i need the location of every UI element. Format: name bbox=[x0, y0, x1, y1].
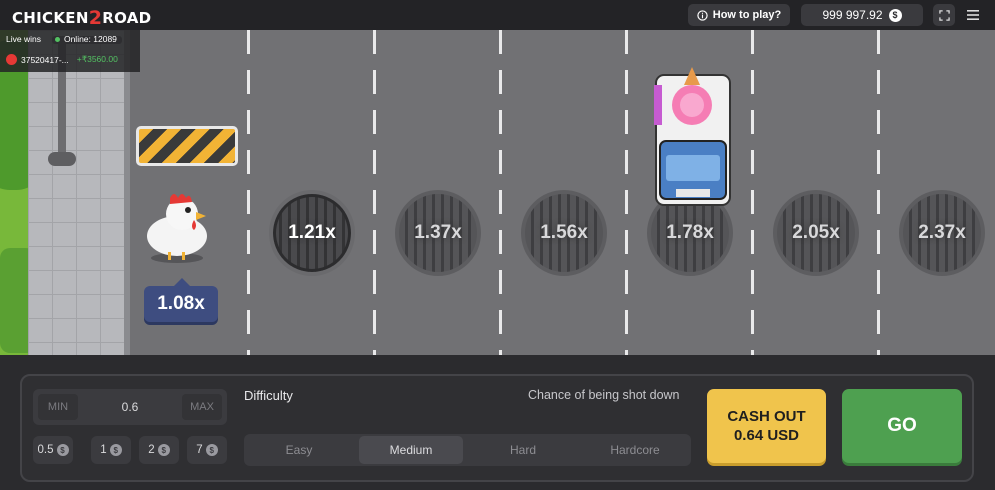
balance-value: 999 997.92 bbox=[822, 8, 883, 22]
hamburger-menu-icon bbox=[967, 10, 979, 20]
quick-bet-button[interactable]: 7 $ bbox=[187, 436, 227, 464]
lane-multiplier: 2.37x bbox=[918, 222, 966, 243]
quick-bet-button[interactable]: 1 $ bbox=[91, 436, 131, 464]
dollar-coin-icon: $ bbox=[56, 444, 69, 456]
chicken-icon bbox=[147, 194, 207, 263]
dollar-coin-icon: $ bbox=[157, 444, 170, 456]
lane-manhole[interactable]: 1.21x bbox=[269, 190, 355, 276]
logo-text-b: ROAD bbox=[102, 9, 152, 27]
lane-divider bbox=[499, 30, 502, 355]
balance-display: 999 997.92 $ bbox=[801, 4, 923, 26]
bet-value[interactable]: 0.6 bbox=[93, 389, 167, 425]
lane-divider bbox=[877, 30, 880, 355]
cash-out-label: CASH OUT bbox=[727, 408, 806, 425]
difficulty-title: Difficulty bbox=[244, 388, 293, 403]
lane-divider bbox=[373, 30, 376, 355]
logo-text-a: CHICKEN bbox=[12, 9, 89, 27]
lane-manhole[interactable]: 2.37x bbox=[899, 190, 985, 276]
fullscreen-icon bbox=[938, 9, 950, 21]
lane-multiplier: 2.05x bbox=[792, 222, 840, 243]
online-dot-icon bbox=[54, 37, 60, 42]
ice-cream-truck-icon bbox=[654, 67, 731, 206]
curb bbox=[124, 30, 130, 355]
difficulty-medium[interactable]: Medium bbox=[359, 436, 463, 464]
road-barrier bbox=[136, 126, 238, 166]
menu-button[interactable] bbox=[962, 4, 984, 26]
live-wins-panel: Live wins Online: 12089 37520417-... +₹3… bbox=[0, 30, 140, 72]
dollar-coin-icon: $ bbox=[888, 8, 902, 22]
difficulty-easy[interactable]: Easy bbox=[247, 436, 351, 464]
lane-divider bbox=[247, 30, 250, 355]
sidewalk bbox=[28, 30, 124, 355]
cash-out-button[interactable]: CASH OUT 0.64 USD bbox=[707, 389, 826, 463]
user-avatar-icon bbox=[6, 54, 17, 65]
chicken-multiplier-label: 1.08x bbox=[144, 278, 218, 322]
difficulty-hardcore[interactable]: Hardcore bbox=[583, 436, 687, 464]
dollar-coin-icon: $ bbox=[109, 444, 122, 456]
lane-divider bbox=[625, 30, 628, 355]
how-to-play-label: How to play? bbox=[712, 9, 782, 21]
quick-bet-button[interactable]: 0.5 $ bbox=[33, 436, 73, 464]
street-lamp-base bbox=[48, 152, 76, 166]
game-scene: 1.08x 1.21x 1.37x 1.56x 1.78x 2.05x 2.37… bbox=[0, 30, 995, 355]
info-icon bbox=[697, 9, 708, 21]
top-bar: CHICKEN2ROAD How to play? 999 997.92 $ bbox=[0, 0, 995, 30]
logo-text-two: 2 bbox=[88, 7, 103, 29]
online-count: Online: 12089 bbox=[54, 34, 117, 44]
lane-multiplier: 1.78x bbox=[666, 222, 714, 243]
min-bet-button[interactable]: MIN bbox=[38, 394, 78, 420]
lane-manhole[interactable]: 1.37x bbox=[395, 190, 481, 276]
lane-multiplier: 1.21x bbox=[288, 222, 336, 243]
cash-out-amount: 0.64 USD bbox=[733, 427, 800, 444]
dollar-coin-icon: $ bbox=[205, 444, 218, 456]
difficulty-selector: Easy Medium Hard Hardcore bbox=[244, 434, 691, 466]
live-wins-label: Live wins bbox=[6, 34, 41, 44]
live-win-amount: +₹3560.00 bbox=[76, 54, 118, 64]
lane-multiplier: 1.56x bbox=[540, 222, 588, 243]
lane-divider bbox=[751, 30, 754, 355]
live-win-user: 37520417-... bbox=[21, 54, 69, 65]
game-logo: CHICKEN2ROAD bbox=[12, 6, 152, 29]
max-bet-button[interactable]: MAX bbox=[182, 394, 222, 420]
chance-label: Chance of being shot down bbox=[528, 388, 680, 402]
how-to-play-button[interactable]: How to play? bbox=[688, 4, 790, 26]
difficulty-hard[interactable]: Hard bbox=[471, 436, 575, 464]
quick-bet-button[interactable]: 2 $ bbox=[139, 436, 179, 464]
lane-manhole[interactable]: 2.05x bbox=[773, 190, 859, 276]
bet-amount-input[interactable]: MIN 0.6 MAX bbox=[33, 389, 227, 425]
lane-multiplier: 1.37x bbox=[414, 222, 462, 243]
lane-manhole[interactable]: 1.56x bbox=[521, 190, 607, 276]
fullscreen-button[interactable] bbox=[933, 4, 955, 26]
go-button[interactable]: GO bbox=[842, 389, 962, 463]
